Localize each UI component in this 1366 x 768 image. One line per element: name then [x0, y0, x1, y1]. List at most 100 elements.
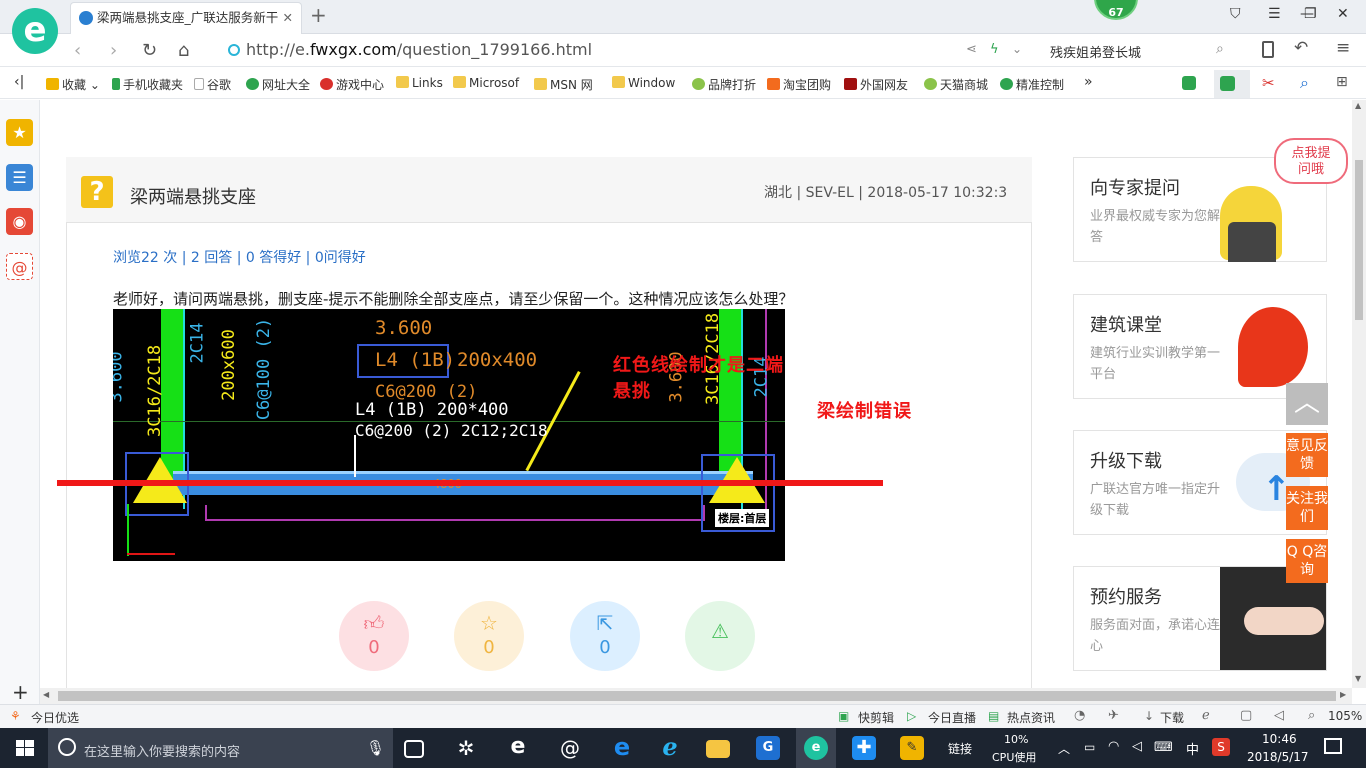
today-picks-link[interactable]: 今日优选 — [31, 709, 79, 726]
refresh-icon[interactable]: ↻ — [142, 40, 157, 61]
bookmark-item[interactable]: MSN 网 — [534, 76, 593, 93]
sound-icon[interactable]: ◁ — [1274, 708, 1284, 723]
qq-consult-button[interactable]: Q Q咨询 — [1286, 539, 1328, 583]
browser-logo-icon[interactable]: e — [12, 8, 58, 54]
ask-bubble[interactable]: 点我提问哦 — [1274, 138, 1348, 184]
browser-e-icon[interactable]: e — [506, 736, 530, 760]
feedback-button[interactable]: 意见反馈 — [1286, 433, 1328, 477]
bookmark-item[interactable]: 精准控制 — [1000, 76, 1064, 93]
report-button[interactable]: ⚠ — [685, 601, 755, 671]
url-field[interactable]: http://e.fwxgx.com/question_1799166.html — [246, 40, 592, 59]
lightning-icon[interactable]: ϟ — [990, 42, 999, 57]
bookmark-item[interactable]: 天猫商城 — [924, 76, 988, 93]
tray-chevron-icon[interactable]: ︿ — [1058, 740, 1070, 757]
follow-button[interactable]: 关注我们 — [1286, 486, 1328, 530]
email-icon[interactable]: @ — [6, 253, 33, 280]
undo-icon[interactable]: ↶ — [1294, 38, 1308, 58]
ie-taskbar-icon[interactable]: ℯ — [658, 735, 682, 760]
browser-tab[interactable]: 梁两端悬挑支座_广联达服务新干 ✕ — [70, 2, 302, 34]
sogou-icon[interactable]: S — [1212, 738, 1230, 756]
bookmark-item[interactable]: Window — [612, 76, 675, 90]
app-spiral-icon[interactable]: @ — [558, 736, 582, 760]
volume-icon[interactable]: ◁ — [1132, 739, 1142, 754]
share-button[interactable]: ⇱ 0 — [570, 601, 640, 671]
favorite-button[interactable]: ☆ 0 — [454, 601, 524, 671]
bookmark-item[interactable]: Microsof — [453, 76, 519, 90]
browser-active-icon[interactable]: e — [804, 736, 828, 760]
ime-indicator[interactable]: 中 — [1186, 739, 1199, 758]
battery-icon[interactable]: ▭ — [1084, 740, 1095, 754]
fan-icon[interactable]: ✲ — [454, 736, 478, 760]
windows-start-icon[interactable] — [16, 740, 34, 756]
home-icon[interactable]: ⌂ — [178, 40, 189, 61]
bookmark-item[interactable]: Links — [396, 76, 443, 90]
task-view-icon[interactable] — [404, 740, 424, 758]
add-sidebar-icon[interactable]: + — [12, 680, 29, 704]
scissors-icon[interactable]: ✂ — [1262, 74, 1275, 92]
translate-button[interactable] — [1214, 70, 1250, 98]
bookmark-item[interactable]: 谷歌 — [194, 76, 231, 93]
notes-icon[interactable]: ✎ — [900, 736, 924, 760]
magnifier-icon[interactable]: ⌕ — [1300, 73, 1309, 93]
cad-screenshot[interactable]: 3.600 3C16/2C18 2C14 200x600 C6@100 (2) … — [113, 309, 785, 561]
more-bookmarks-icon[interactable]: » — [1084, 74, 1093, 90]
vertical-scroll-thumb[interactable] — [1355, 160, 1363, 320]
status-item[interactable]: 热点资讯 — [1007, 709, 1055, 726]
status-item[interactable]: 下载 — [1160, 709, 1184, 726]
question-stats[interactable]: 浏览22 次 | 2 回答 | 0 答得好 | 0问得好 — [113, 247, 366, 267]
action-center-icon[interactable] — [1324, 738, 1342, 754]
status-item[interactable]: 快剪辑 — [858, 709, 894, 726]
apps-icon[interactable]: ⊞ — [1336, 74, 1348, 90]
zoom-level[interactable]: 105% — [1328, 709, 1362, 723]
shirt-icon[interactable]: ⛉ — [1230, 6, 1241, 22]
horizontal-scroll-thumb[interactable] — [58, 691, 1336, 701]
list-icon[interactable]: ☰ — [6, 164, 33, 191]
bookmark-item[interactable]: 淘宝团购 — [767, 76, 831, 93]
window-icon[interactable]: ▢ — [1240, 708, 1252, 723]
phone-icon[interactable] — [1262, 41, 1274, 58]
bookmark-item[interactable]: 收藏 ⌄ — [46, 76, 100, 93]
share-icon[interactable]: ⋖ — [966, 42, 977, 57]
wifi-icon[interactable]: ◠ — [1108, 739, 1119, 754]
app-plus-icon[interactable]: ✚ — [852, 736, 876, 760]
sidebar-toggle-icon[interactable]: ‹| — [14, 74, 24, 90]
chevron-down-icon[interactable]: ⌄ — [1012, 42, 1022, 56]
status-item[interactable]: 今日直播 — [928, 709, 976, 726]
bookmark-item[interactable]: 品牌打折 — [692, 76, 756, 93]
new-tab-button[interactable]: + — [310, 3, 327, 27]
taskbar-link-label[interactable]: 链接 — [948, 740, 972, 757]
bookmark-item[interactable]: 网址大全 — [246, 76, 310, 93]
search-icon[interactable]: ⌕ — [1216, 41, 1224, 57]
search-input[interactable]: 残疾姐弟登长城 — [1050, 42, 1141, 61]
close-window-button[interactable]: ✕ — [1337, 6, 1349, 22]
scroll-right-icon[interactable]: ▶ — [1340, 690, 1346, 699]
menu-icon[interactable]: ☰ — [1268, 6, 1281, 22]
edge-icon[interactable]: e — [610, 735, 634, 760]
pin-icon[interactable]: ✈ — [1108, 708, 1119, 723]
microphone-icon[interactable]: 🎙︎ — [366, 739, 385, 757]
back-button[interactable]: ‹ — [74, 40, 81, 61]
back-to-top-button[interactable]: ︿ — [1286, 383, 1328, 425]
ie-icon[interactable]: ℯ — [1202, 708, 1210, 723]
scroll-left-icon[interactable]: ◀ — [43, 690, 49, 699]
bookmark-item[interactable]: 外国网友 — [844, 76, 908, 93]
shield-icon[interactable] — [1182, 76, 1196, 90]
clock-date[interactable]: 2018/5/17 — [1247, 750, 1309, 764]
restore-button[interactable]: ❐ — [1304, 6, 1317, 22]
tab-close-icon[interactable]: ✕ — [283, 3, 293, 33]
speed-icon[interactable]: ◔ — [1074, 708, 1085, 723]
glodon-icon[interactable]: G — [756, 736, 780, 760]
menu-lines-icon[interactable]: ≡ — [1336, 38, 1350, 58]
bookmark-item[interactable]: 手机收藏夹 — [112, 76, 183, 93]
like-button[interactable]: 👍︎ 0 — [339, 601, 409, 671]
clock-time[interactable]: 10:46 — [1262, 732, 1297, 746]
keyboard-icon[interactable]: ⌨ — [1154, 740, 1173, 755]
weibo-icon[interactable]: ◉ — [6, 208, 33, 235]
forward-button[interactable]: › — [110, 40, 117, 61]
file-explorer-icon[interactable] — [706, 740, 730, 758]
favorites-star-icon[interactable]: ★ — [6, 119, 33, 146]
bookmark-item[interactable]: 游戏中心 — [320, 76, 384, 93]
ask-expert-box[interactable]: 向专家提问 业界最权威专家为您解答 点我提问哦 — [1073, 138, 1348, 262]
taskbar-search-placeholder[interactable]: 在这里输入你要搜索的内容 — [84, 741, 240, 760]
scroll-up-icon[interactable]: ▲ — [1355, 101, 1361, 110]
